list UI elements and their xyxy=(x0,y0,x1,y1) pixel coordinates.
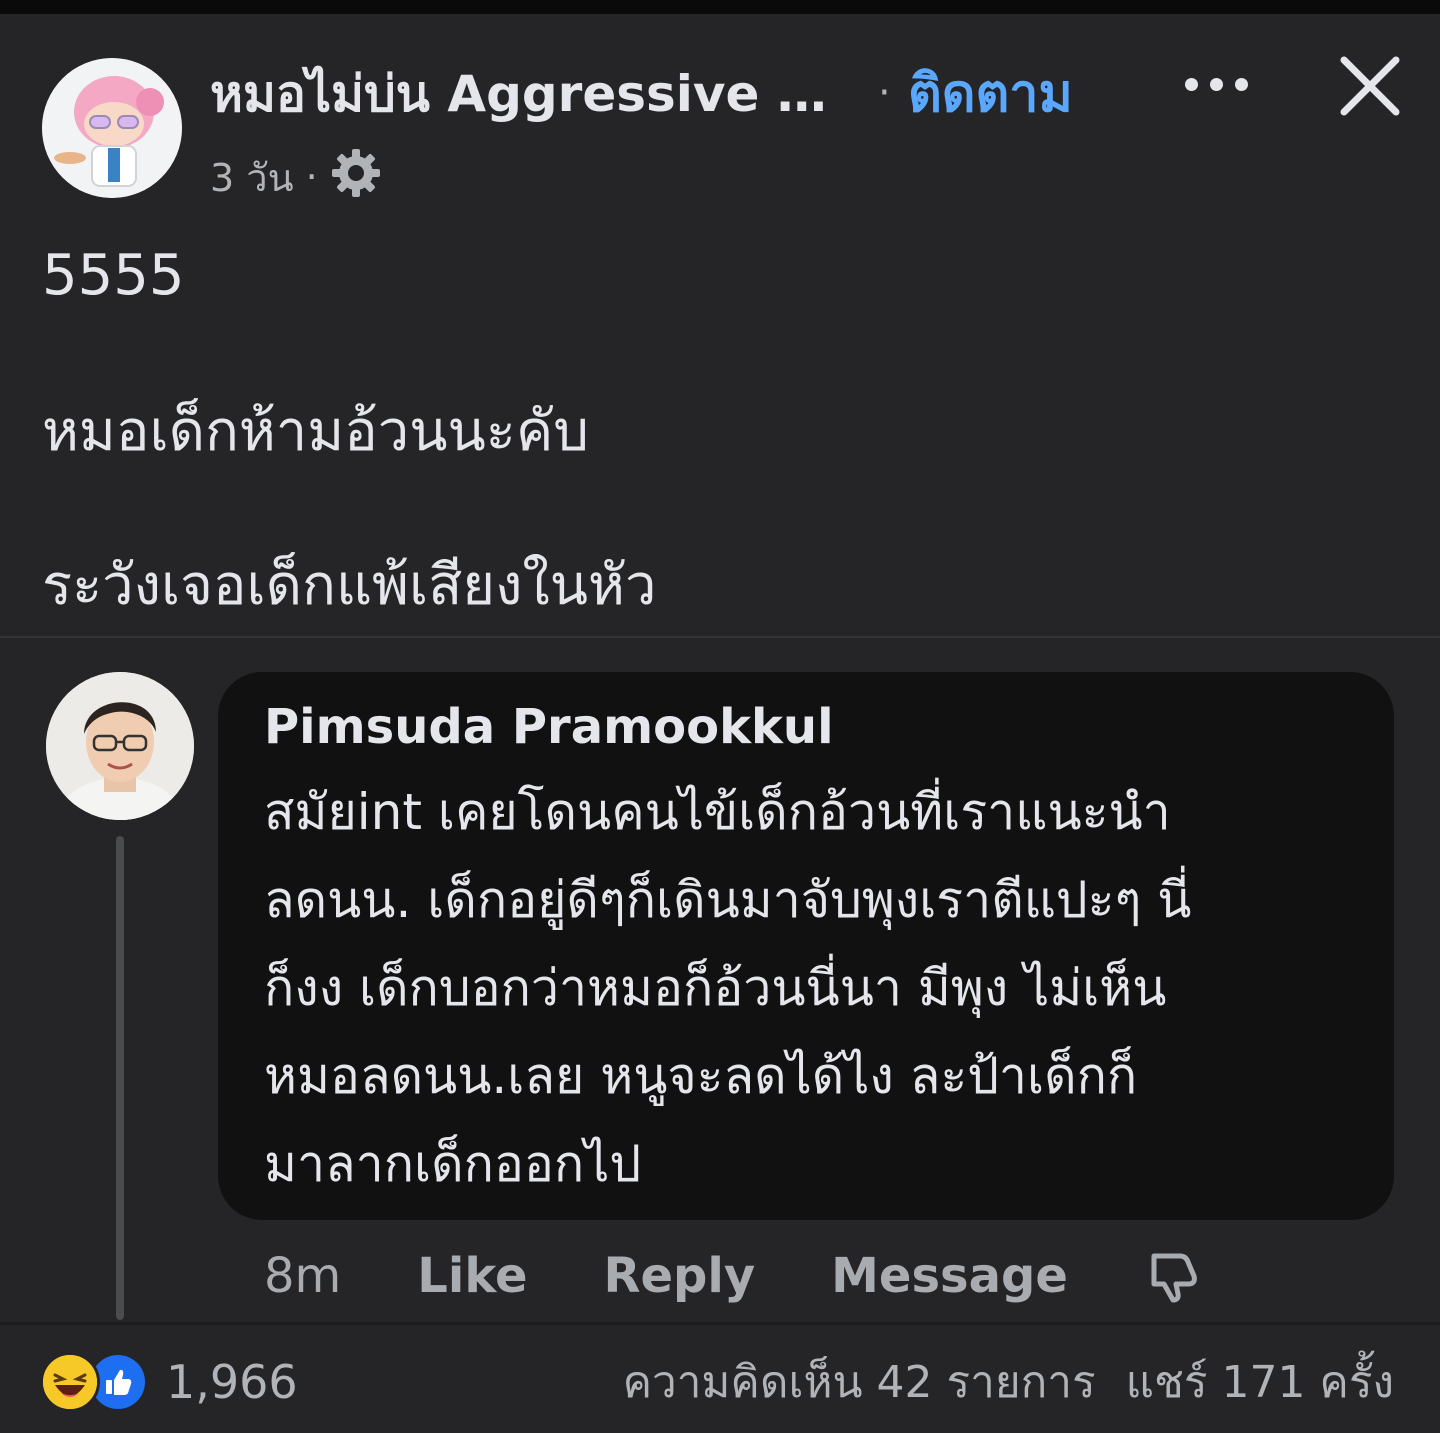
comment-line: มาลากเด็กออกไป xyxy=(264,1135,642,1193)
close-icon[interactable] xyxy=(1336,52,1404,120)
comment-line: ลดนน. เด็กอยู่ดีๆก็เดินมาจับพุงเราตีแปะๆ… xyxy=(264,871,1192,929)
comment-time[interactable]: 8m xyxy=(264,1248,341,1304)
more-icon[interactable] xyxy=(1178,64,1254,104)
post-meta: 3 วัน · xyxy=(210,148,382,206)
like-button[interactable]: Like xyxy=(417,1248,527,1304)
dislike-icon[interactable] xyxy=(1144,1248,1200,1304)
commenter-name[interactable]: Pimsuda Pramookkul xyxy=(264,694,1354,760)
comment-bubble: Pimsuda Pramookkul สมัยint เคยโดนคนไข้เด… xyxy=(218,672,1394,1220)
comment-line: สมัยint เคยโดนคนไข้เด็กอ้วนที่เราแนะนำ xyxy=(264,783,1171,841)
shares-count[interactable]: แชร์ 171 ครั้ง xyxy=(1126,1347,1394,1417)
follow-button[interactable]: ติดตาม xyxy=(908,58,1073,130)
engagement-stats: ความคิดเห็น 42 รายการ แชร์ 171 ครั้ง xyxy=(623,1350,1394,1414)
reactions-summary[interactable]: 1,966 xyxy=(40,1350,298,1414)
post-text-line: หมอเด็กห้ามอ้วนนะคับ xyxy=(42,399,589,464)
reaction-count[interactable]: 1,966 xyxy=(166,1355,298,1409)
footer-divider xyxy=(0,1322,1440,1325)
comment-actions: 8m Like Reply Message xyxy=(264,1240,1200,1312)
section-divider xyxy=(0,636,1440,638)
comments-count[interactable]: ความคิดเห็น 42 รายการ xyxy=(623,1347,1096,1417)
page-avatar[interactable] xyxy=(42,58,182,198)
message-button[interactable]: Message xyxy=(831,1248,1068,1304)
comment-line: ก็งง เด็กบอกว่าหมอก็อ้วนนี่นา มีพุง ไม่เ… xyxy=(264,959,1167,1017)
comment-body: สมัยint เคยโดนคนไข้เด็กอ้วนที่เราแนะนำ ล… xyxy=(264,768,1354,1208)
post-text-line: 5555 xyxy=(42,243,185,308)
commenter-avatar[interactable] xyxy=(46,672,194,820)
thread-line xyxy=(116,836,124,1320)
meta-separator: · xyxy=(305,155,318,199)
comment-line: หมอลดนน.เลย หนูจะลดได้ไง ละป้าเด็กก็ xyxy=(264,1047,1138,1105)
post-time[interactable]: 3 วัน xyxy=(210,147,294,208)
reply-button[interactable]: Reply xyxy=(604,1248,756,1304)
status-bar-strip xyxy=(0,0,1440,14)
gear-icon[interactable] xyxy=(330,147,382,208)
haha-icon xyxy=(40,1352,100,1412)
post-text-line: ระวังเจอเด็กแพ้เสียงในหัว xyxy=(42,553,657,618)
header-separator: · xyxy=(878,70,891,116)
page-name[interactable]: หมอไม่บ่น Aggressive … xyxy=(210,58,870,130)
